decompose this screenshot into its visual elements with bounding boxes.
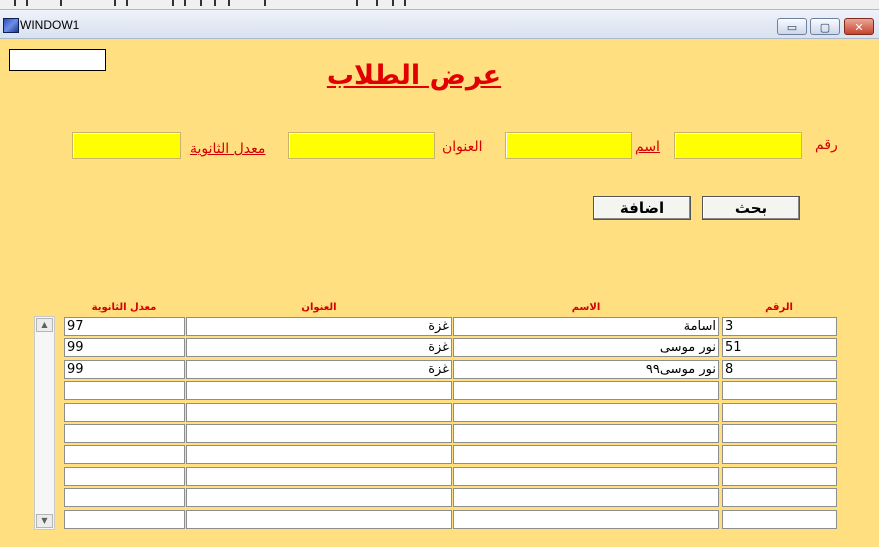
cell-name[interactable]: نور موسى xyxy=(453,338,719,357)
cell-number[interactable]: 3 xyxy=(722,317,837,336)
add-button[interactable]: اضافة xyxy=(593,196,691,220)
name-label: اسم xyxy=(635,139,660,155)
cell-number[interactable] xyxy=(722,381,837,400)
cell-gpa[interactable] xyxy=(64,445,185,464)
cell-address[interactable]: غزة xyxy=(186,317,452,336)
address-field[interactable] xyxy=(288,132,435,159)
app-icon xyxy=(3,18,19,33)
cell-name[interactable] xyxy=(453,510,719,529)
cell-number[interactable] xyxy=(722,403,837,422)
cell-name[interactable] xyxy=(453,445,719,464)
cell-address[interactable] xyxy=(186,510,452,529)
minimize-button[interactable]: ▭ xyxy=(777,18,807,35)
cell-gpa[interactable] xyxy=(64,381,185,400)
cell-number[interactable] xyxy=(722,467,837,486)
maximize-button[interactable]: ▢ xyxy=(810,18,840,35)
cell-number[interactable] xyxy=(722,510,837,529)
cell-name[interactable] xyxy=(453,403,719,422)
scroll-up-arrow-icon[interactable]: ▲ xyxy=(36,318,53,332)
column-header-gpa: معدل الثانوية xyxy=(91,302,157,313)
cell-address[interactable]: غزة xyxy=(186,338,452,357)
cell-address[interactable] xyxy=(186,381,452,400)
cell-number[interactable] xyxy=(722,424,837,443)
column-header-number: الرقم xyxy=(765,302,793,313)
cell-address[interactable] xyxy=(186,424,452,443)
close-button[interactable]: ✕ xyxy=(844,18,874,35)
number-field[interactable] xyxy=(674,132,802,159)
cell-name[interactable]: نور موسى٩٩ xyxy=(453,360,719,379)
cell-number[interactable]: 51 xyxy=(722,338,837,357)
gpa-label: معدل الثانوية xyxy=(190,141,266,157)
cell-name[interactable] xyxy=(453,424,719,443)
cell-address[interactable]: غزة xyxy=(186,360,452,379)
cell-gpa[interactable] xyxy=(64,510,185,529)
window-title: WINDOW1 xyxy=(20,18,80,32)
scroll-down-arrow-icon[interactable]: ▼ xyxy=(36,514,53,528)
cell-gpa[interactable] xyxy=(64,403,185,422)
address-label: العنوان xyxy=(442,139,483,155)
cell-gpa[interactable] xyxy=(64,467,185,486)
cell-gpa[interactable] xyxy=(64,424,185,443)
table-scrollbar[interactable]: ▲ ▼ xyxy=(34,316,55,530)
cell-address[interactable] xyxy=(186,403,452,422)
cell-gpa[interactable]: 99 xyxy=(64,338,185,357)
cell-address[interactable] xyxy=(186,467,452,486)
cell-number[interactable] xyxy=(722,445,837,464)
cell-name[interactable]: اسامة xyxy=(453,317,719,336)
cell-number[interactable] xyxy=(722,488,837,507)
main-window: WINDOW1 ▭ ▢ ✕ عرض الطلاب رقم اسم العنوان… xyxy=(0,10,879,547)
column-header-name: الاسم xyxy=(571,302,601,313)
title-bar: WINDOW1 ▭ ▢ ✕ xyxy=(0,10,879,39)
cell-gpa[interactable]: 97 xyxy=(64,317,185,336)
column-header-address: العنوان xyxy=(301,302,337,313)
top-toolbar-strip xyxy=(0,0,879,10)
name-field[interactable] xyxy=(505,132,632,159)
cell-number[interactable]: 8 xyxy=(722,360,837,379)
cell-address[interactable] xyxy=(186,488,452,507)
cell-name[interactable] xyxy=(453,381,719,400)
cell-name[interactable] xyxy=(453,467,719,486)
top-left-field[interactable] xyxy=(9,49,106,71)
number-label: رقم xyxy=(815,137,838,153)
cell-gpa[interactable]: 99 xyxy=(64,360,185,379)
page-title: عرض الطلاب xyxy=(326,60,502,91)
cell-name[interactable] xyxy=(453,488,719,507)
cell-gpa[interactable] xyxy=(64,488,185,507)
search-button[interactable]: بحث xyxy=(702,196,800,220)
cell-address[interactable] xyxy=(186,445,452,464)
gpa-field[interactable] xyxy=(72,132,181,159)
